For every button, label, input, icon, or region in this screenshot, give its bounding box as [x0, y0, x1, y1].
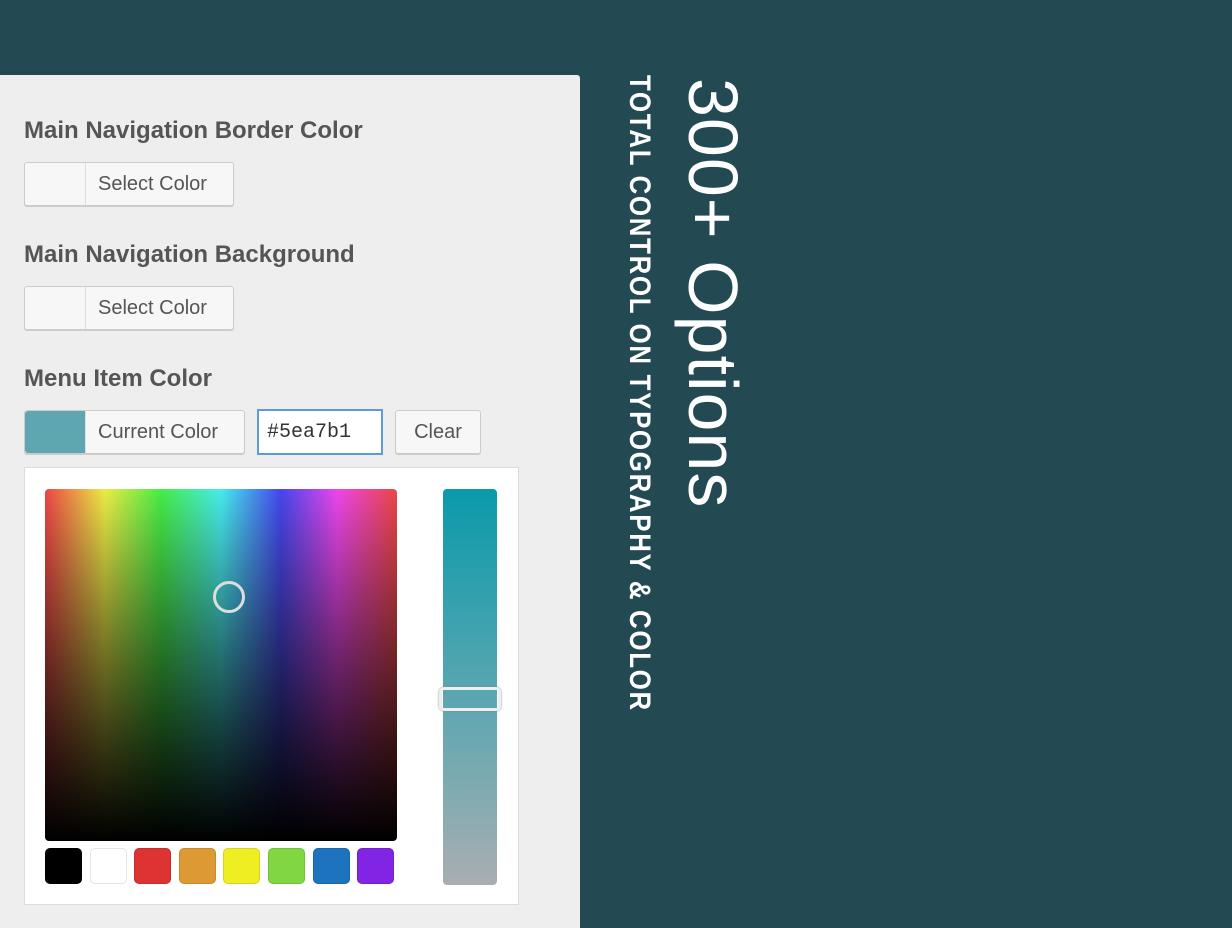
hue-slider-handle[interactable]	[439, 687, 501, 711]
palette-swatch-purple[interactable]	[357, 848, 395, 884]
palette-swatch-red[interactable]	[134, 848, 172, 884]
palette-swatch-yellow[interactable]	[223, 848, 261, 884]
hex-color-input[interactable]	[257, 409, 383, 455]
saturation-lightness-area[interactable]	[45, 489, 397, 841]
border-color-label: Main Navigation Border Color	[24, 117, 363, 144]
palette-swatch-orange[interactable]	[178, 848, 216, 884]
palette-swatch-green[interactable]	[268, 848, 305, 884]
color-cursor-handle[interactable]	[213, 581, 245, 613]
button-label: Select Color	[98, 296, 207, 319]
palette-swatch-white[interactable]	[89, 848, 127, 884]
promo-headline: 300+ Options	[674, 78, 752, 509]
color-swatch	[25, 287, 86, 329]
button-label: Clear	[414, 420, 462, 443]
background-color-select-button[interactable]: Select Color	[24, 286, 234, 330]
clear-button[interactable]: Clear	[395, 410, 481, 454]
background-color-label: Main Navigation Background	[24, 241, 355, 268]
current-color-button[interactable]: Current Color	[24, 410, 245, 454]
color-swatch	[25, 163, 86, 205]
menu-item-color-label: Menu Item Color	[24, 365, 213, 392]
color-picker	[24, 467, 519, 905]
button-label: Current Color	[98, 420, 219, 443]
palette-swatch-black[interactable]	[45, 848, 82, 884]
promo-subline: TOTAL CONTROL ON TYPOGRAPHY & COLOR	[623, 75, 656, 712]
border-color-select-button[interactable]: Select Color	[24, 162, 234, 206]
color-swatch	[25, 411, 86, 453]
palette-swatch-blue[interactable]	[312, 848, 350, 884]
button-label: Select Color	[98, 172, 207, 195]
